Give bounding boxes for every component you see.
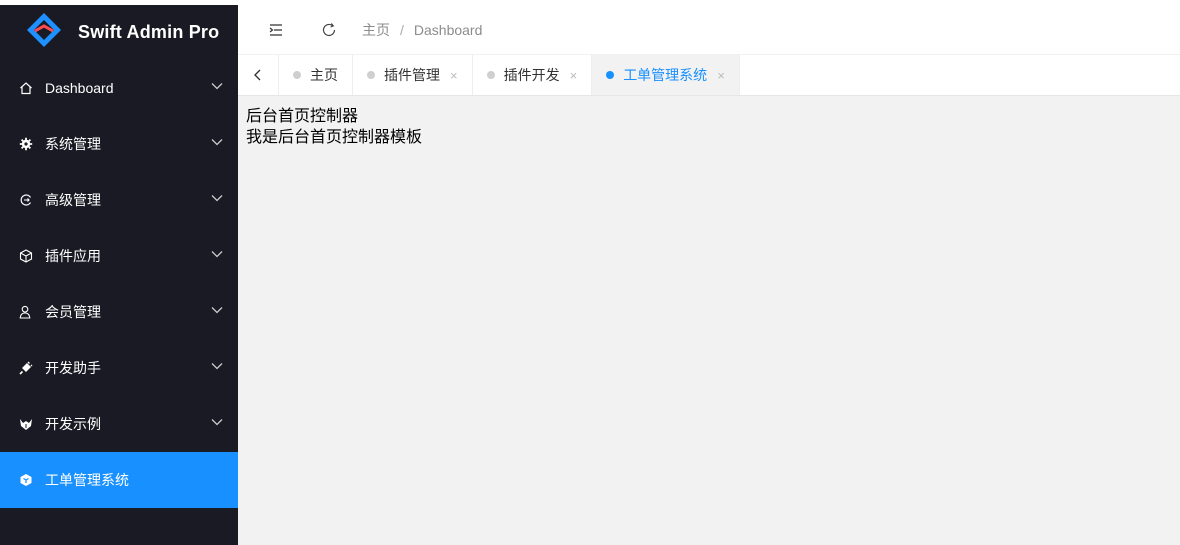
logo[interactable]: Swift Admin Pro <box>0 5 238 60</box>
tab-status-dot <box>486 71 495 79</box>
tab-status-dot <box>293 71 301 79</box>
sidebar-item-advanced[interactable]: 高级管理 <box>0 172 238 228</box>
sidebar-item-dev-assistant[interactable]: 开发助手 <box>0 340 238 396</box>
close-icon[interactable]: × <box>450 68 458 83</box>
box-icon <box>19 473 33 487</box>
content-text: 我是后台首页控制器模板 <box>246 129 423 146</box>
sidebar-item-label: 插件应用 <box>45 248 101 264</box>
tab-bar: 主页 插件管理 × 插件开发 × 工单管理系统 × <box>238 55 1180 96</box>
sidebar-menu: Dashboard 系统管理 高级管理 插件应用 会员管理 开发助手 开发示例 … <box>0 60 238 508</box>
close-icon[interactable]: × <box>717 68 725 83</box>
sidebar-item-dashboard[interactable]: Dashboard <box>0 60 238 116</box>
sidebar-item-label: 开发示例 <box>45 416 101 432</box>
chevron-down-icon <box>211 363 223 370</box>
fox-icon <box>19 417 33 431</box>
chevron-down-icon <box>211 139 223 146</box>
logo-icon <box>26 12 62 53</box>
breadcrumb: 主页 / Dashboard <box>362 20 482 40</box>
sidebar-item-label: 会员管理 <box>45 304 101 320</box>
tab-status-dot <box>606 71 615 79</box>
user-icon <box>19 305 33 319</box>
sidebar-item-label: Dashboard <box>45 80 114 96</box>
app-title: Swift Admin Pro <box>78 22 220 42</box>
home-icon <box>19 81 33 95</box>
header: 主页 / Dashboard <box>238 5 1180 55</box>
close-icon[interactable]: × <box>570 68 578 83</box>
sidebar-item-ticket-system[interactable]: 工单管理系统 <box>0 452 238 508</box>
breadcrumb-separator: / <box>400 21 404 38</box>
tab-label: 插件开发 <box>503 67 560 83</box>
chevron-down-icon <box>211 83 223 90</box>
chevron-down-icon <box>211 419 223 426</box>
main-area: 主页 / Dashboard 主页 插件管理 × 插件开发 × 工单管理系统 × <box>238 5 1180 545</box>
tab-plugin-management[interactable]: 插件管理 × <box>353 55 473 95</box>
menu-toggle-icon[interactable] <box>268 22 284 38</box>
sidebar-item-dev-examples[interactable]: 开发示例 <box>0 396 238 452</box>
breadcrumb-current: Dashboard <box>413 21 483 38</box>
gear-icon <box>19 137 33 151</box>
chevron-left-icon <box>254 69 261 81</box>
breadcrumb-home[interactable]: 主页 <box>362 20 390 40</box>
tab-label: 主页 <box>310 67 338 83</box>
content-area: 后台首页控制器 我是后台首页控制器模板 <box>238 96 1180 158</box>
sidebar: Swift Admin Pro Dashboard 系统管理 高级管理 插件应用… <box>0 5 238 545</box>
tab-ticket-system[interactable]: 工单管理系统 × <box>592 55 740 95</box>
sidebar-item-label: 开发助手 <box>45 360 101 376</box>
tab-status-dot <box>367 71 375 79</box>
sidebar-item-plugins[interactable]: 插件应用 <box>0 228 238 284</box>
tab-plugin-development[interactable]: 插件开发 × <box>473 55 593 95</box>
tab-label: 插件管理 <box>384 67 440 83</box>
sidebar-item-label: 高级管理 <box>45 192 101 208</box>
refresh-icon[interactable] <box>321 22 337 38</box>
tab-scroll-left-button[interactable] <box>238 55 279 95</box>
chevron-down-icon <box>211 195 223 202</box>
content-heading: 后台首页控制器 <box>246 108 359 125</box>
chevron-down-icon <box>211 251 223 258</box>
sidebar-item-label: 工单管理系统 <box>45 472 129 488</box>
chevron-down-icon <box>211 307 223 314</box>
plug-icon <box>19 361 33 375</box>
refresh-icon <box>19 193 33 207</box>
sidebar-item-label: 系统管理 <box>45 136 101 152</box>
tab-home[interactable]: 主页 <box>279 55 353 95</box>
sidebar-item-system[interactable]: 系统管理 <box>0 116 238 172</box>
tab-label: 工单管理系统 <box>623 67 708 83</box>
cube-icon <box>19 249 33 263</box>
sidebar-item-members[interactable]: 会员管理 <box>0 284 238 340</box>
